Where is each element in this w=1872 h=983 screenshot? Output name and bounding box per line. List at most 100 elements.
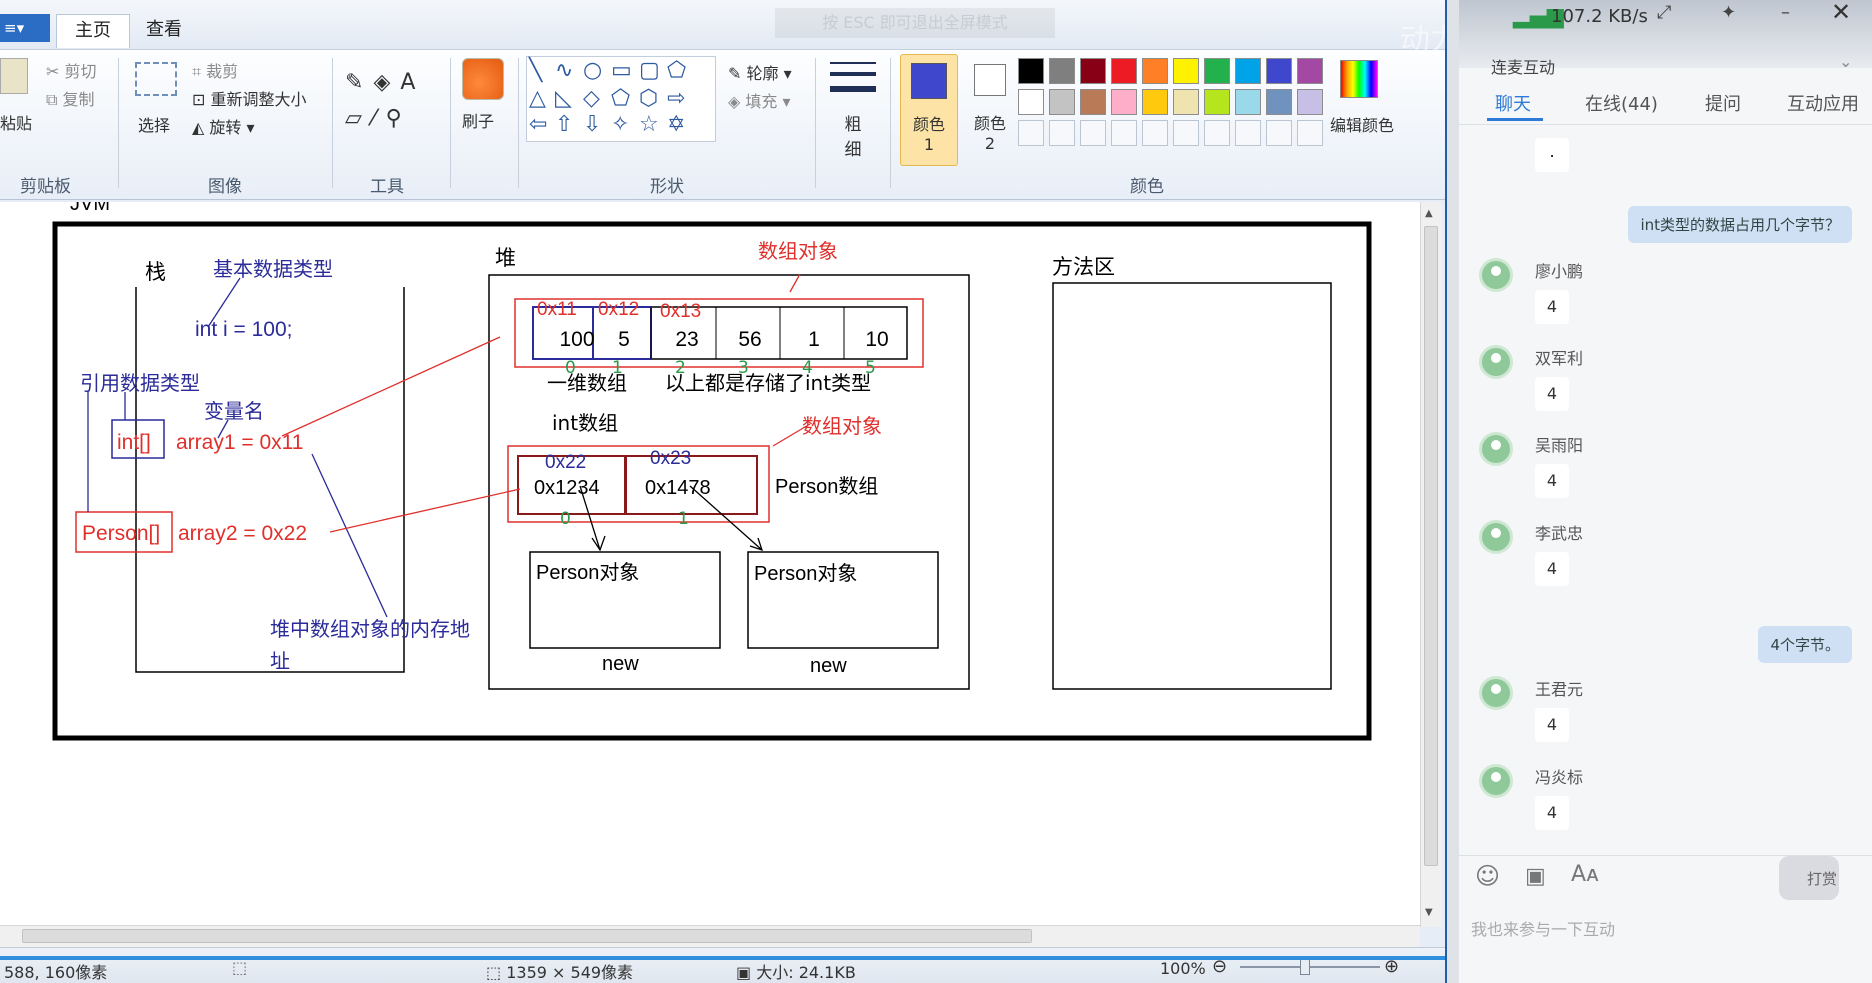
scroll-down-icon[interactable]: ▼ bbox=[1425, 907, 1433, 918]
paste-button[interactable]: 粘贴 bbox=[0, 110, 32, 134]
size-button[interactable]: 粗细 bbox=[838, 110, 868, 160]
zoom-slider[interactable] bbox=[1240, 966, 1380, 968]
palette-swatch[interactable] bbox=[1204, 58, 1230, 84]
palette-swatch[interactable] bbox=[1297, 58, 1323, 84]
custom-color-slot[interactable] bbox=[1111, 120, 1137, 146]
paste-icon[interactable] bbox=[0, 58, 28, 94]
hexagon-shape-icon[interactable]: ⬡ bbox=[639, 87, 658, 111]
scroll-up-icon[interactable]: ▲ bbox=[1425, 208, 1433, 219]
close-icon[interactable]: ✕ bbox=[1831, 0, 1851, 26]
minimize-icon[interactable]: – bbox=[1781, 2, 1790, 23]
rounded-rect-shape-icon[interactable]: ▢ bbox=[639, 59, 660, 83]
palette-swatch[interactable] bbox=[1018, 58, 1044, 84]
vertical-scroll-thumb[interactable] bbox=[1424, 226, 1438, 866]
custom-color-slot[interactable] bbox=[1080, 120, 1106, 146]
edit-colors-button[interactable]: 编辑颜色 bbox=[1330, 112, 1394, 136]
tab-chat[interactable]: 聊天 bbox=[1495, 90, 1531, 116]
right-arrow-shape-icon[interactable]: ⇨ bbox=[667, 87, 685, 111]
chevron-down-icon[interactable]: ⌄ bbox=[1839, 52, 1852, 71]
palette-swatch[interactable] bbox=[1235, 89, 1261, 115]
palette-swatch[interactable] bbox=[1111, 58, 1137, 84]
rectangle-shape-icon[interactable]: ▭ bbox=[611, 59, 632, 83]
horizontal-scrollbar[interactable] bbox=[0, 925, 1420, 947]
tab-view[interactable]: 查看 bbox=[128, 14, 200, 48]
drawing-canvas[interactable]: JVM 栈 基本数据类型 int i = 100; 引用数据类型 变量名 int… bbox=[0, 202, 1425, 927]
up-arrow-shape-icon[interactable]: ⇧ bbox=[555, 113, 573, 137]
resize-button[interactable]: ⊡ 重新调整大小 bbox=[192, 86, 307, 110]
custom-color-slot[interactable] bbox=[1204, 120, 1230, 146]
oval-shape-icon[interactable]: ○ bbox=[583, 59, 602, 83]
pin-icon[interactable]: ✦ bbox=[1721, 2, 1736, 23]
custom-color-slot[interactable] bbox=[1018, 120, 1044, 146]
pane-divider[interactable] bbox=[1445, 0, 1459, 983]
palette-swatch[interactable] bbox=[1173, 58, 1199, 84]
copy-button[interactable]: ⧉ 复制 bbox=[46, 86, 95, 110]
select-icon[interactable] bbox=[135, 62, 177, 96]
palette-swatch[interactable] bbox=[1111, 89, 1137, 115]
horizontal-scroll-thumb[interactable] bbox=[22, 929, 1032, 943]
palette-swatch[interactable] bbox=[1080, 89, 1106, 115]
down-arrow-shape-icon[interactable]: ⇩ bbox=[583, 113, 601, 137]
custom-color-slot[interactable] bbox=[1297, 120, 1323, 146]
palette-swatch[interactable] bbox=[1142, 89, 1168, 115]
palette-swatch[interactable] bbox=[1235, 58, 1261, 84]
vertical-scrollbar[interactable]: ▲ ▼ bbox=[1420, 202, 1442, 927]
diamond-shape-icon[interactable]: ◇ bbox=[583, 87, 600, 111]
color-picker-icon[interactable]: ⁄ bbox=[372, 106, 386, 131]
brush-icon[interactable] bbox=[462, 58, 504, 100]
outline-button[interactable]: ✎ 轮廓 ▾ bbox=[728, 60, 792, 84]
left-arrow-shape-icon[interactable]: ⇦ bbox=[529, 113, 547, 137]
pencil-icon[interactable]: ✎ bbox=[345, 70, 373, 95]
avatar[interactable] bbox=[1479, 432, 1513, 466]
triangle-shape-icon[interactable]: △ bbox=[529, 87, 546, 111]
palette-swatch[interactable] bbox=[1266, 89, 1292, 115]
avatar[interactable] bbox=[1479, 258, 1513, 292]
expand-icon[interactable]: ⤢ bbox=[1657, 2, 1671, 23]
four-point-star-icon[interactable]: ✧ bbox=[611, 113, 629, 137]
edit-colors-icon[interactable] bbox=[1340, 60, 1378, 98]
palette-swatch[interactable] bbox=[1080, 58, 1106, 84]
magnifier-icon[interactable]: ⚲ bbox=[386, 106, 412, 131]
eraser-icon[interactable]: ▱ bbox=[345, 106, 372, 131]
line-shape-icon[interactable]: ╲ bbox=[529, 59, 542, 83]
emoji-icon[interactable]: ☺ bbox=[1475, 862, 1500, 890]
curve-shape-icon[interactable]: ∿ bbox=[555, 59, 573, 83]
video-progress-bar[interactable] bbox=[0, 956, 1600, 960]
tab-questions[interactable]: 提问 bbox=[1705, 90, 1741, 116]
custom-color-slot[interactable] bbox=[1235, 120, 1261, 146]
avatar[interactable] bbox=[1479, 764, 1513, 798]
pentagon-shape-icon[interactable]: ⬠ bbox=[611, 87, 630, 111]
color1-button[interactable]: 颜色 1 bbox=[900, 54, 958, 166]
color2-button[interactable]: 颜色 2 bbox=[964, 54, 1022, 166]
tab-interactive[interactable]: 互动应用 bbox=[1787, 90, 1859, 116]
chat-input[interactable]: 我也来参与一下互动 bbox=[1471, 914, 1861, 946]
tab-online[interactable]: 在线(44) bbox=[1585, 90, 1658, 116]
palette-swatch[interactable] bbox=[1297, 89, 1323, 115]
palette-swatch[interactable] bbox=[1204, 89, 1230, 115]
avatar[interactable] bbox=[1479, 520, 1513, 554]
font-icon[interactable]: Aᴀ bbox=[1571, 862, 1599, 887]
tip-button[interactable]: 打赏 bbox=[1779, 856, 1839, 900]
right-triangle-shape-icon[interactable]: ◺ bbox=[555, 87, 572, 111]
cut-button[interactable]: ✂ 剪切 bbox=[46, 58, 97, 82]
select-button[interactable]: 选择 bbox=[138, 112, 170, 136]
palette-swatch[interactable] bbox=[1173, 89, 1199, 115]
custom-color-slot[interactable] bbox=[1266, 120, 1292, 146]
file-menu-button[interactable]: ≡▾ bbox=[0, 14, 50, 42]
rotate-button[interactable]: ◭ 旋转 ▾ bbox=[192, 114, 255, 138]
palette-swatch[interactable] bbox=[1049, 89, 1075, 115]
fill-button[interactable]: ◈ 填充 ▾ bbox=[728, 88, 791, 112]
fill-bucket-icon[interactable]: ◈ bbox=[373, 70, 400, 95]
image-icon[interactable]: ▣ bbox=[1525, 864, 1546, 889]
custom-color-slot[interactable] bbox=[1142, 120, 1168, 146]
text-tool-icon[interactable]: A bbox=[400, 70, 425, 95]
palette-swatch[interactable] bbox=[1266, 58, 1292, 84]
palette-swatch[interactable] bbox=[1142, 58, 1168, 84]
brush-button[interactable]: 刷子 bbox=[462, 108, 494, 132]
custom-color-slot[interactable] bbox=[1173, 120, 1199, 146]
size-icon[interactable] bbox=[830, 62, 876, 92]
custom-color-slot[interactable] bbox=[1049, 120, 1075, 146]
palette-swatch[interactable] bbox=[1018, 89, 1044, 115]
palette-swatch[interactable] bbox=[1049, 58, 1075, 84]
shapes-gallery[interactable]: ╲ ∿ ○ ▭ ▢ ⬠ △ ◺ ◇ ⬠ ⬡ ⇨ ⇦ ⇧ ⇩ ✧ ☆ ✡ bbox=[526, 56, 716, 142]
